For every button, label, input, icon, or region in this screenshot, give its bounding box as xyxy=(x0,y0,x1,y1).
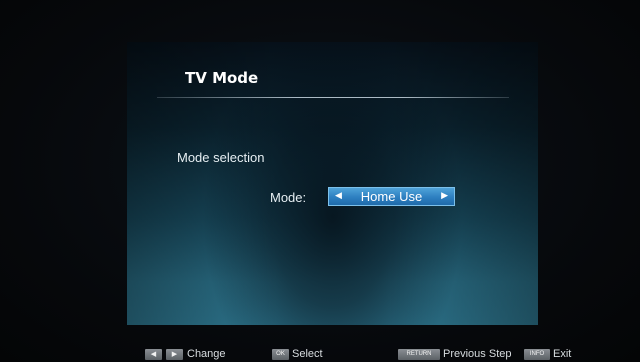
title-divider xyxy=(157,97,509,98)
footer-hint-bar: ◀ ▶ Change OK Select RETURN Previous Ste… xyxy=(0,346,640,362)
info-key-icon: INFO xyxy=(524,349,550,360)
left-arrow-icon[interactable]: ◀ xyxy=(335,192,342,201)
menu-title: TV Mode xyxy=(185,69,259,87)
select-hint: Select xyxy=(292,348,323,360)
change-hint: Change xyxy=(187,348,226,360)
mode-selection-label: Mode selection xyxy=(177,150,265,165)
ok-key-icon: OK xyxy=(272,349,289,360)
mode-value: Home Use xyxy=(360,189,423,204)
left-key-icon: ◀ xyxy=(145,349,162,360)
right-arrow-icon[interactable]: ▶ xyxy=(441,192,448,201)
previous-step-hint: Previous Step xyxy=(443,348,512,360)
return-key-icon: RETURN xyxy=(398,349,440,360)
exit-hint: Exit xyxy=(553,348,572,360)
mode-label: Mode: xyxy=(270,190,307,205)
tv-screen: TV Mode Mode selection Mode: ◀ Home Use … xyxy=(0,0,640,362)
right-key-icon: ▶ xyxy=(166,349,183,360)
mode-selector[interactable]: ◀ Home Use ▶ xyxy=(328,187,455,206)
tv-mode-menu-panel: TV Mode Mode selection Mode: ◀ Home Use … xyxy=(127,42,538,325)
